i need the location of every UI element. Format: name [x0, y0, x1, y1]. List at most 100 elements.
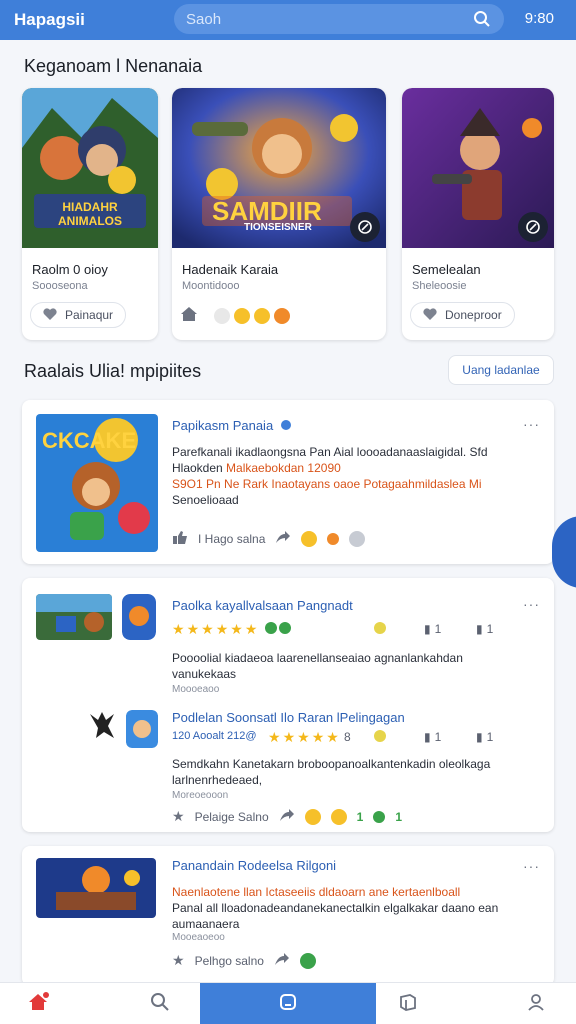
post-line: Senoelioaad: [172, 493, 239, 507]
globe-icon: [349, 530, 366, 547]
card-subtitle: Sheleoosie: [412, 280, 467, 292]
share-icon[interactable]: [275, 530, 291, 547]
post-title-text[interactable]: Papikasm Panaia: [172, 418, 273, 433]
smile-emoji-icon: [301, 530, 318, 547]
featured-card[interactable]: Semelealan Sheleoosie Doneproor: [402, 88, 554, 340]
card-art-subtitle: TIONSEISNER: [244, 222, 312, 233]
app-icon[interactable]: [122, 594, 156, 640]
post-meta: 120 Aooalt 212@: [172, 730, 257, 742]
stat-count: 1: [486, 622, 494, 636]
thumbs-up-icon: ▮: [424, 730, 431, 744]
feed-post[interactable]: Paolka kayallvalsaan Pangnadt ··· ★ ★ ★ ★ ★ ★…: [22, 578, 554, 832]
feed-post[interactable]: Panandain Rodeelsa Rilgoni ··· Naenlaote…: [22, 846, 554, 986]
post-thumbnail[interactable]: CKCAKE: [36, 414, 158, 552]
see-all-button[interactable]: Uang ladanlae: [448, 355, 554, 385]
app-brand[interactable]: Hapagsii: [14, 10, 164, 30]
post-title[interactable]: Podlelan Soonsatl Ilo Raran lPelingagan: [172, 710, 405, 725]
home-icon[interactable]: [27, 991, 49, 1017]
smile-emoji-icon: [374, 730, 386, 742]
post-meta: Moreoeooon: [172, 790, 229, 801]
logo-icon: [88, 710, 116, 740]
thumbs-up-icon: ▮: [476, 622, 483, 636]
more-options-icon[interactable]: ···: [523, 596, 540, 612]
search-icon[interactable]: [150, 992, 170, 1017]
add-icon-badge[interactable]: [350, 212, 380, 242]
thumbs-up-icon: ▮: [476, 730, 483, 744]
home-icon[interactable]: [180, 306, 198, 325]
like-stat[interactable]: ▮ 1: [424, 730, 441, 744]
add-icon-badge[interactable]: [518, 212, 548, 242]
heart-icon: [423, 307, 437, 323]
nav-home[interactable]: [8, 983, 68, 1024]
post-line-plain: Hlaokden: [172, 461, 227, 475]
rating-stat: 8: [344, 730, 351, 744]
badge-icon: [373, 810, 386, 823]
post-thumbnail[interactable]: [36, 858, 156, 918]
action-label[interactable]: I Hago salna: [198, 532, 265, 546]
star-icon: ★: [297, 729, 310, 745]
chat-icon[interactable]: [278, 992, 298, 1017]
section-feed-title: Raalais Ulia! mpipiites: [24, 361, 202, 381]
post-title[interactable]: Papikasm Panaia: [172, 418, 291, 433]
post-actions: ★ Pelhgo salno: [172, 952, 316, 969]
box-icon[interactable]: [398, 992, 418, 1017]
badge-icon: [265, 622, 278, 634]
card-artwork: [402, 88, 554, 248]
post-line-highlight: Malkaebokdan 12090: [226, 461, 341, 475]
like-pill-button[interactable]: Doneproor: [410, 302, 515, 328]
more-options-icon[interactable]: ···: [523, 416, 540, 432]
action-label[interactable]: Pelhgo salno: [195, 954, 264, 968]
side-drawer-handle[interactable]: [552, 516, 576, 588]
search-bar[interactable]: Saoh: [174, 4, 504, 34]
star-icon[interactable]: ★: [172, 952, 185, 969]
post-title[interactable]: Paolka kayallvalsaan Pangnadt: [172, 598, 353, 613]
post-line: Hlaokden Malkaebokdan 12090: [172, 460, 542, 476]
like-pill-button[interactable]: Painaqur: [30, 302, 127, 328]
post-body: Poooolial kiadaeoa laarenellanseaiao agn…: [172, 650, 542, 682]
star-icon: ★: [201, 621, 214, 637]
feed-post[interactable]: CKCAKE Papikasm Panaia ··· Parefkanali i…: [22, 400, 554, 564]
post-line-highlight: S9O1 Pn Ne Rark Inaotayans oaoe Potagaah…: [172, 477, 482, 491]
share-stat[interactable]: ▮ 1: [476, 730, 493, 744]
reaction-count: 1: [395, 809, 402, 824]
post-line: aumaanaera: [172, 917, 240, 931]
action-label[interactable]: Pelaige Salno: [195, 810, 269, 824]
app-icon[interactable]: [126, 710, 158, 748]
like-stat[interactable]: ▮ 1: [424, 622, 441, 636]
post-body: Semdkahn Kanetakarn broboopanoalkantenka…: [172, 756, 542, 788]
card-title: Hadenaik Karaia: [182, 262, 279, 277]
post-line: Panal all lloadonadeandanekanectalkin el…: [172, 901, 499, 915]
post-line: larlnenrhedeaed,: [172, 773, 263, 787]
featured-card[interactable]: SAMDIIR TIONSEISNER Hadenaik Karaia Moon…: [172, 88, 386, 340]
card-artwork: HIADAHR ANIMALOS: [22, 88, 158, 248]
post-line: vanukekaas: [172, 667, 237, 681]
thumbs-up-icon: ▮: [424, 622, 431, 636]
post-body: Parefkanali ikadlaongsna Pan Aial loooad…: [172, 444, 542, 508]
share-stat[interactable]: ▮ 1: [476, 622, 493, 636]
star-icon: ★: [282, 729, 296, 745]
profile-icon[interactable]: [526, 992, 546, 1017]
nav-library[interactable]: [378, 983, 438, 1024]
nav-chat[interactable]: [200, 983, 376, 1024]
card-reactions: [180, 306, 290, 325]
search-placeholder[interactable]: Saoh: [186, 11, 472, 28]
smile-emoji-icon: [374, 622, 386, 634]
stat-count: 1: [434, 622, 442, 636]
star-icon[interactable]: ★: [172, 808, 185, 825]
post-body: Naenlaotene llan Ictaseeiis dldaoarn ane…: [172, 884, 542, 932]
nav-search[interactable]: [130, 983, 190, 1024]
nav-profile[interactable]: [506, 983, 566, 1024]
card-art-title: HIADAHR ANIMALOS: [58, 200, 122, 228]
share-icon[interactable]: [279, 808, 295, 825]
stat-count: 1: [486, 730, 494, 744]
featured-card[interactable]: HIADAHR ANIMALOS Raolm 0 oioy Soooseona …: [22, 88, 158, 340]
share-icon[interactable]: [274, 952, 290, 969]
thumbs-up-icon[interactable]: [172, 530, 188, 547]
search-icon[interactable]: [472, 9, 492, 29]
post-thumbnail[interactable]: [36, 594, 112, 640]
smile-emoji-icon: [234, 307, 250, 324]
pill-label: Doneproor: [445, 308, 502, 322]
star-icon: ★: [244, 621, 258, 637]
more-options-icon[interactable]: ···: [523, 858, 540, 874]
post-title[interactable]: Panandain Rodeelsa Rilgoni: [172, 858, 336, 873]
